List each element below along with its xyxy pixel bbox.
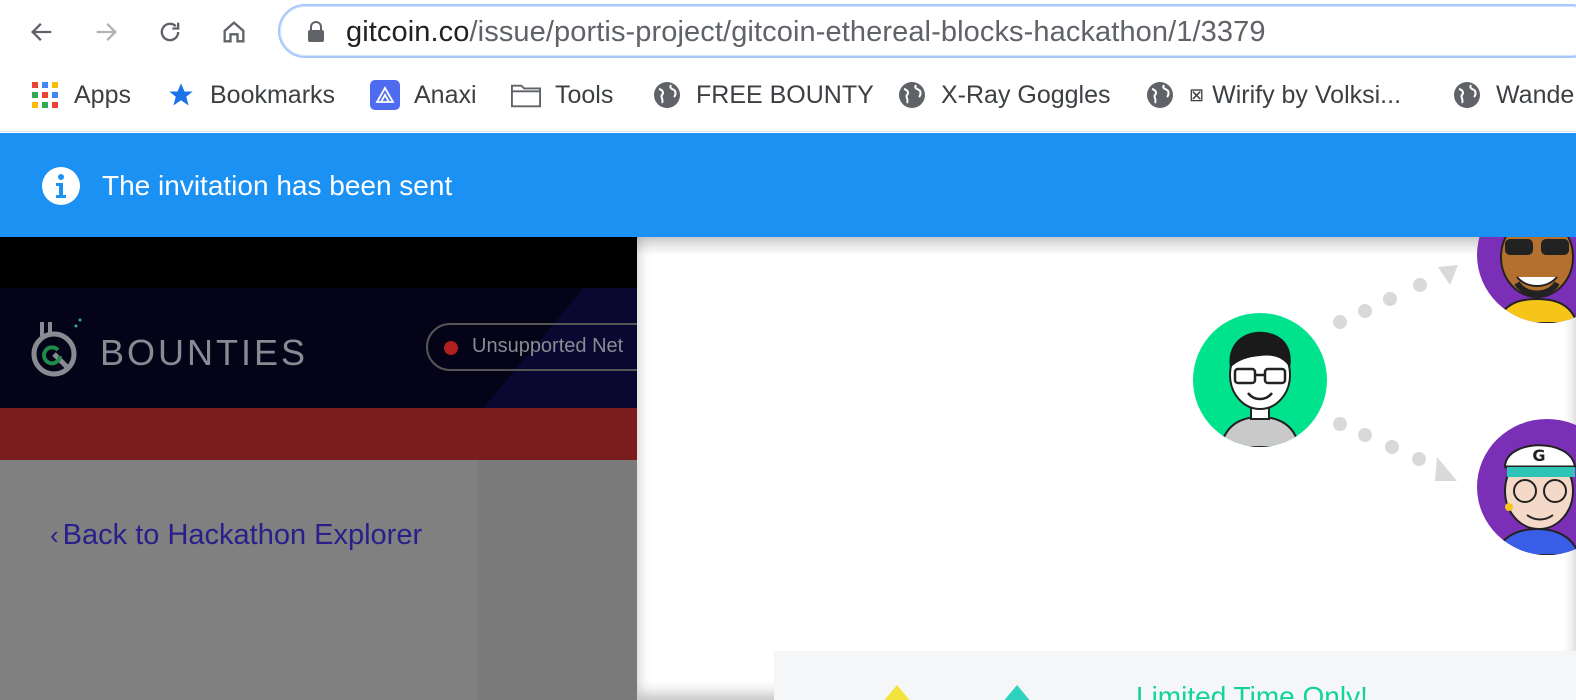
- promo-section: Limited Time Only!: [774, 651, 1576, 700]
- page-backdrop: BOUNTIES Unsupported Net ‹ Back to Hackat…: [0, 237, 637, 700]
- bookmark-label: Wande: [1496, 80, 1575, 109]
- dotted-arrow-down-icon: [1333, 417, 1457, 481]
- arrow-left-icon: [31, 23, 52, 41]
- anaxi-icon: [370, 80, 400, 110]
- person-sunglasses-icon: [1495, 237, 1576, 323]
- top-strip: [0, 237, 637, 288]
- yellow-gem-icon: [884, 685, 910, 700]
- folder-icon: [511, 80, 541, 110]
- globe-icon: [652, 80, 682, 110]
- url-path: /issue/portis-project/gitcoin-ethereal-b…: [469, 16, 1266, 48]
- bookmark-bookmarks[interactable]: Bookmarks: [166, 78, 335, 112]
- browser-toolbar: gitcoin.co/issue/portis-project/gitcoin-…: [0, 0, 1576, 66]
- promo-text: Limited Time Only!: [1136, 681, 1368, 700]
- modal-top-shadow: [637, 237, 1576, 255]
- home-button[interactable]: [214, 12, 254, 52]
- star-icon: [166, 80, 196, 110]
- forward-button[interactable]: [86, 12, 126, 52]
- invitee-avatar: [1477, 237, 1576, 323]
- site-header: BOUNTIES Unsupported Net: [0, 288, 637, 408]
- bookmark-wirify[interactable]: ⊠ Wirify by Volksi...: [1145, 78, 1401, 112]
- bookmark-tools[interactable]: Tools: [511, 78, 613, 112]
- bookmark-label: X-Ray Goggles: [941, 80, 1111, 109]
- bookmark-label: Apps: [74, 80, 131, 109]
- bookmark-label: FREE BOUNTY: [696, 80, 874, 109]
- network-status-pill[interactable]: Unsupported Net: [426, 323, 637, 371]
- status-dot: [444, 341, 458, 355]
- bookmark-label: Wirify by Volksi...: [1212, 80, 1402, 109]
- lock-icon: [308, 21, 324, 42]
- invite-modal: G Limited Time Only!: [637, 237, 1576, 700]
- alert-bar: [0, 408, 637, 460]
- globe-icon: [1452, 80, 1482, 110]
- inviter-avatar: [1193, 313, 1327, 447]
- gitcoin-logo-icon: [31, 318, 82, 377]
- back-button[interactable]: [22, 12, 62, 52]
- arrow-right-icon: [96, 23, 117, 41]
- reload-icon: [160, 22, 180, 42]
- broken-image-icon: ⊠: [1189, 84, 1205, 105]
- bookmarks-bar: Apps Bookmarks Anaxi Tools FREE BOUNTY X…: [0, 66, 1576, 132]
- person-glasses-icon: [1219, 331, 1301, 447]
- svg-text:G: G: [1532, 446, 1545, 465]
- page-content-overlay: ‹ Back to Hackathon Explorer: [0, 460, 637, 700]
- person-cap-icon: G: [1493, 444, 1576, 555]
- bookmark-anaxi[interactable]: Anaxi: [370, 78, 477, 112]
- bookmark-label: Anaxi: [414, 80, 477, 109]
- bookmark-wander[interactable]: Wande: [1452, 78, 1574, 112]
- home-icon: [223, 21, 245, 43]
- bookmark-xray-goggles[interactable]: X-Ray Goggles: [897, 78, 1111, 112]
- url-domain: gitcoin.co: [346, 16, 470, 48]
- url-text: gitcoin.co/issue/portis-project/gitcoin-…: [346, 16, 1266, 49]
- teal-gem-icon: [1004, 685, 1030, 700]
- dotted-arrow-up-icon: [1333, 265, 1458, 329]
- globe-icon: [897, 80, 927, 110]
- bookmark-free-bounty[interactable]: FREE BOUNTY: [652, 78, 874, 112]
- content-column: [478, 460, 637, 700]
- apps-grid-icon: [30, 80, 60, 110]
- address-bar[interactable]: gitcoin.co/issue/portis-project/gitcoin-…: [278, 4, 1576, 58]
- chevron-left-icon: ‹: [50, 520, 59, 550]
- logo-text: BOUNTIES: [100, 332, 309, 373]
- network-status-text: Unsupported Net: [472, 335, 624, 357]
- info-icon: [42, 167, 80, 205]
- invitee-avatar: G: [1477, 419, 1576, 555]
- notification-banner: The invitation has been sent: [0, 133, 1576, 237]
- bookmark-label: Bookmarks: [210, 80, 336, 109]
- globe-icon: [1145, 80, 1175, 110]
- bookmark-label: Tools: [555, 80, 614, 109]
- bookmark-apps[interactable]: Apps: [30, 78, 131, 112]
- reload-button[interactable]: [150, 12, 190, 52]
- back-link-label: Back to Hackathon Explorer: [62, 519, 423, 551]
- back-to-hackathon-link[interactable]: ‹ Back to Hackathon Explorer: [50, 519, 422, 552]
- banner-message: The invitation has been sent: [102, 170, 453, 201]
